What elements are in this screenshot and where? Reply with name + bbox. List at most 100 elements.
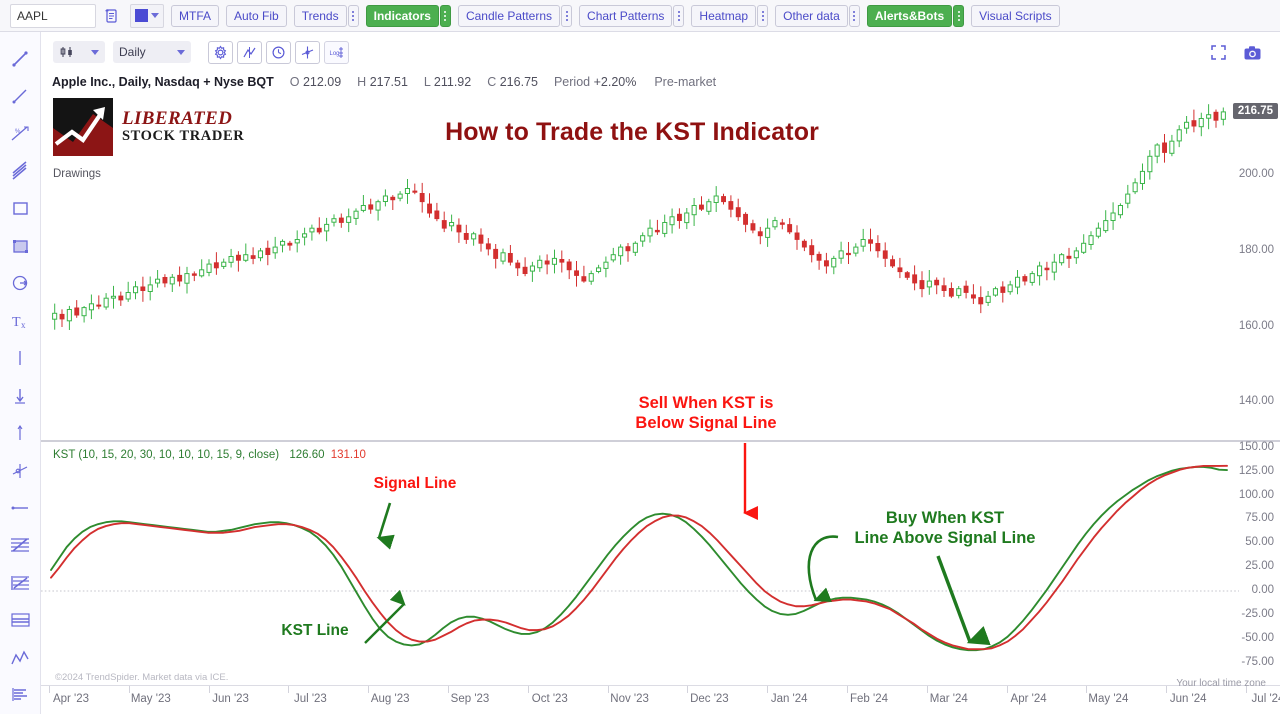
indicators-button[interactable] (237, 40, 262, 64)
toolbar-menu-dots-candle-patterns[interactable] (561, 4, 573, 27)
horizontal-line-icon[interactable] (5, 489, 35, 526)
time-axis-label: Jun '24 (1169, 693, 1207, 705)
time-axis-tick (288, 686, 290, 693)
toolbar-button-heatmap[interactable]: Heatmap (691, 4, 757, 27)
time-axis-tick (448, 686, 449, 693)
arrow-down-tool-icon[interactable] (5, 377, 35, 414)
parallel-channel-icon[interactable] (5, 152, 35, 189)
time-settings-button[interactable] (266, 40, 291, 64)
timeframe-selector[interactable]: Daily (113, 41, 191, 63)
pane-divider[interactable] (41, 440, 1280, 442)
measure-tool-icon[interactable] (5, 414, 35, 451)
svg-text:x: x (21, 320, 26, 330)
toolbar-button-trends[interactable]: Trends (293, 4, 347, 27)
ray-tool-icon[interactable] (5, 77, 35, 114)
symbol-input[interactable]: AAPL (10, 3, 96, 28)
instrument-name: Apple Inc., Daily, Nasdaq + Nyse BQT (52, 75, 274, 89)
kst-indicator-pane[interactable] (41, 443, 1239, 675)
vertical-line-icon[interactable] (5, 340, 35, 377)
toolbar-menu-dots-alerts-bots[interactable] (953, 4, 965, 27)
time-axis-label: Mar '24 (929, 693, 968, 705)
chart-toolbar: Daily Log (41, 32, 1280, 72)
toolbar-button-visual-scripts[interactable]: Visual Scripts (971, 4, 1060, 27)
kst-axis[interactable]: -75.00 -50.00 -25.00 0.00 25.00 50.00 75.00 100… (1228, 440, 1280, 675)
toolbar-button-auto-fib[interactable]: Auto Fib (226, 4, 287, 27)
kst-line-1 (50, 464, 1228, 651)
volume-profile-icon[interactable] (5, 676, 35, 713)
fullscreen-icon[interactable] (1210, 44, 1227, 64)
gear-icon (214, 44, 227, 60)
toolbar-menu-dots-trends[interactable] (347, 4, 359, 27)
price-axis-label: 160.00 (1238, 319, 1274, 332)
fib-zone-icon[interactable] (5, 564, 35, 601)
text-tool-icon[interactable]: Tx (5, 302, 35, 339)
add-to-watchlist-icon[interactable] (98, 3, 124, 29)
price-axis-label: 200.00 (1238, 168, 1274, 181)
price-axis[interactable]: 216.75 140.00 160.00 180.00 200.00 (1228, 92, 1280, 440)
fib-levels-icon[interactable] (5, 527, 35, 564)
time-axis-label: Jun '23 (212, 693, 249, 705)
kst-axis-label: 125.00 (1238, 464, 1274, 477)
chart-settings-button[interactable] (208, 40, 233, 64)
crosshair-button[interactable] (295, 40, 320, 64)
kst-line-annotation: KST Line (281, 622, 349, 639)
camera-icon[interactable] (1243, 44, 1262, 64)
kst-series (41, 464, 1239, 652)
kst-axis-label: 100.00 (1238, 488, 1274, 501)
svg-text:T: T (12, 315, 21, 330)
kst-axis-label: 25.00 (1245, 560, 1274, 573)
buy-annotation: Buy When KST Line Above Signal Line (854, 509, 1036, 548)
kst-axis-label: 75.00 (1245, 512, 1274, 525)
kst-axis-label: 150.00 (1238, 440, 1274, 453)
kst-legend-value: 126.60 (289, 449, 325, 461)
period-change: Period +2.20% (553, 75, 637, 89)
rectangle-tool-icon[interactable] (5, 190, 35, 227)
trendline-icon (243, 46, 256, 58)
trendspider-chart-app: AAPL MTFA Auto Fib Trends Indicators Candle … (0, 0, 1280, 714)
kst-axis-label: -25.00 (1241, 607, 1274, 620)
clock-icon (272, 45, 285, 59)
low-value: L 211.92 (423, 75, 472, 89)
candlestick-series (52, 104, 1226, 330)
toolbar-menu-dots-indicators[interactable] (439, 4, 451, 27)
kst-legend[interactable]: KST (10, 15, 20, 30, 10, 10, 10, 15, 9, … (53, 449, 366, 461)
close-value: C 216.75 (487, 75, 538, 89)
signal-line-annotation: Signal Line (373, 475, 457, 492)
pitchfork-icon[interactable] (5, 452, 35, 489)
time-axis-tick (49, 686, 50, 693)
kst-axis-label: 0.00 (1251, 583, 1274, 596)
clock-arrow-icon[interactable] (5, 265, 35, 302)
line-tool-icon[interactable] (5, 40, 35, 77)
toolbar-button-candle-patterns[interactable]: Candle Patterns (457, 4, 561, 27)
toolbar-button-chart-patterns[interactable]: Chart Patterns (579, 4, 673, 27)
time-axis-tick (1006, 686, 1008, 693)
log-scale-button[interactable]: Log (324, 40, 349, 64)
zone-bands-icon[interactable] (5, 602, 35, 639)
chart-color-picker[interactable] (130, 3, 164, 28)
price-axis-label: 180.00 (1238, 243, 1274, 256)
candles-icon (60, 47, 72, 57)
time-axis-label: May '23 (130, 693, 171, 705)
time-axis-tick (128, 686, 130, 693)
zigzag-icon[interactable] (5, 639, 35, 676)
toolbar-menu-dots-other-data[interactable] (848, 4, 860, 27)
chevron-down-icon (177, 49, 185, 55)
copyright-label: ©2024 TrendSpider. Market data via ICE. (55, 672, 229, 683)
signal-legend-value: 131.10 (330, 449, 366, 461)
toolbar-button-alerts-bots[interactable]: Alerts&Bots (866, 4, 953, 27)
price-axis-label: 140.00 (1238, 395, 1274, 408)
timeframe-value: Daily (119, 45, 146, 59)
toolbar-button-other-data[interactable]: Other data (775, 4, 848, 27)
price-chart-pane[interactable] (41, 92, 1239, 440)
toolbar-button-mtfa[interactable]: MTFA (171, 4, 219, 27)
toolbar-menu-dots-chart-patterns[interactable] (673, 4, 685, 27)
time-axis-label: Apr '23 (52, 693, 90, 705)
filled-rectangle-tool-icon[interactable] (5, 227, 35, 264)
time-axis-tick (767, 686, 769, 693)
time-axis[interactable]: Apr '23 May '23 Jun '23 Jul '23 Aug '23 Sep '… (41, 686, 1280, 714)
symbol-value: AAPL (17, 8, 48, 23)
chart-type-selector[interactable] (53, 41, 105, 63)
time-axis-tick (926, 686, 928, 693)
toolbar-menu-dots-heatmap[interactable] (757, 4, 769, 27)
toolbar-button-indicators[interactable]: Indicators (365, 4, 439, 27)
